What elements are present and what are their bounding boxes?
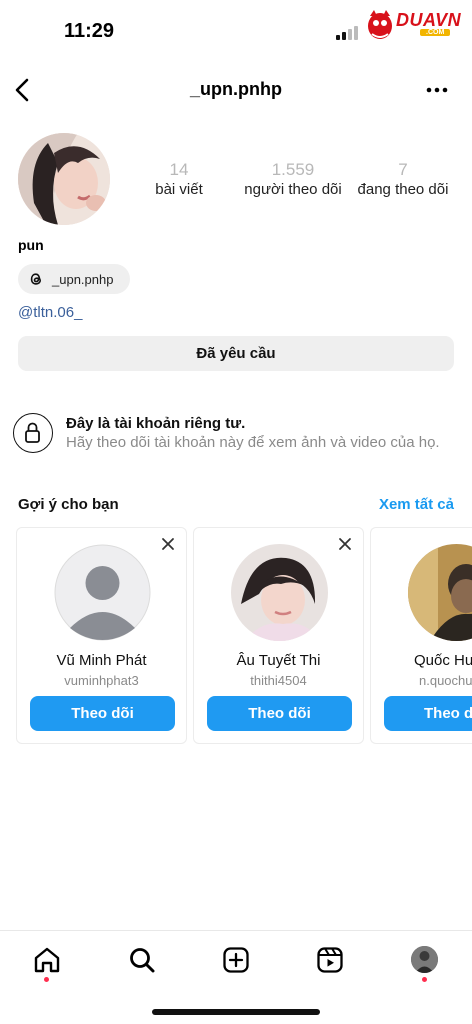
notification-dot bbox=[44, 977, 49, 982]
private-account-title: Đây là tài khoản riêng tư. bbox=[66, 415, 246, 432]
watermark-subtext: .COM bbox=[420, 29, 451, 36]
stat-posts[interactable]: 14 bài viết bbox=[140, 160, 218, 200]
status-bar: 11:29 DUAVN .COM bbox=[0, 0, 472, 60]
see-all-link[interactable]: Xem tất cả bbox=[379, 496, 454, 513]
stat-following[interactable]: 7 đang theo dõi bbox=[352, 160, 454, 200]
suggestion-avatar bbox=[408, 544, 472, 641]
suggestion-name: Vũ Minh Phát bbox=[56, 652, 147, 669]
follow-button[interactable]: Theo dõi bbox=[30, 696, 175, 731]
lock-icon bbox=[13, 413, 53, 453]
avatar-photo bbox=[18, 133, 110, 225]
profile-avatar[interactable] bbox=[18, 133, 110, 225]
suggestions-title: Gợi ý cho bạn bbox=[18, 496, 119, 513]
follow-button[interactable]: Theo d bbox=[384, 696, 472, 731]
home-indicator bbox=[152, 1009, 320, 1015]
profile-display-name: pun bbox=[18, 237, 44, 253]
suggestion-card[interactable]: Vũ Minh Phát vuminhphat3 Theo dõi bbox=[16, 527, 187, 744]
notification-dot bbox=[422, 977, 427, 982]
suggestion-username: vuminhphat3 bbox=[64, 673, 139, 688]
private-account-description: Hãy theo dõi tài khoản này để xem ảnh và… bbox=[66, 434, 440, 451]
stat-posts-count: 14 bbox=[169, 160, 189, 179]
suggestion-username: thithi4504 bbox=[250, 673, 307, 688]
suggestion-card[interactable]: Quốc Hu n.quochu Theo d bbox=[370, 527, 472, 744]
watermark-text: DUAVN bbox=[396, 10, 462, 30]
follow-button[interactable]: Theo dõi bbox=[207, 696, 352, 731]
close-icon[interactable] bbox=[160, 536, 176, 552]
threads-handle: _upn.pnhp bbox=[52, 272, 114, 287]
suggestion-name: Âu Tuyết Thi bbox=[236, 652, 321, 669]
stat-posts-label: bài viết bbox=[155, 181, 203, 198]
suggestion-name: Quốc Hu bbox=[414, 652, 472, 669]
stat-followers[interactable]: 1.559 người theo dõi bbox=[236, 160, 350, 200]
suggestion-avatar bbox=[231, 544, 328, 641]
search-icon[interactable] bbox=[127, 945, 157, 975]
requested-button[interactable]: Đã yêu cầu bbox=[18, 336, 454, 371]
bio-link[interactable]: @tltn.06_ bbox=[18, 304, 82, 321]
suggestion-card[interactable]: Âu Tuyết Thi thithi4504 Theo dõi bbox=[193, 527, 364, 744]
stat-following-label: đang theo dõi bbox=[357, 181, 449, 198]
ellipsis-icon[interactable] bbox=[424, 78, 450, 102]
threads-icon bbox=[30, 273, 42, 285]
default-avatar bbox=[54, 544, 151, 641]
profile-tab-avatar[interactable] bbox=[411, 946, 438, 973]
signal-icon bbox=[336, 26, 358, 40]
profile-stats: 14 bài viết 1.559 người theo dõi 7 đang … bbox=[140, 160, 460, 204]
close-icon[interactable] bbox=[337, 536, 353, 552]
profile-header: _upn.pnhp bbox=[0, 70, 472, 110]
reels-icon[interactable] bbox=[315, 945, 345, 975]
stat-followers-count: 1.559 bbox=[271, 160, 315, 179]
status-time: 11:29 bbox=[64, 20, 115, 42]
page-title: _upn.pnhp bbox=[190, 79, 282, 99]
suggestion-username: n.quochu bbox=[419, 673, 472, 688]
stat-following-count: 7 bbox=[398, 160, 408, 179]
threads-badge[interactable]: _upn.pnhp bbox=[18, 264, 130, 294]
create-post-icon[interactable] bbox=[221, 945, 251, 975]
home-icon[interactable] bbox=[32, 945, 62, 975]
stat-followers-label: người theo dõi bbox=[244, 181, 342, 198]
